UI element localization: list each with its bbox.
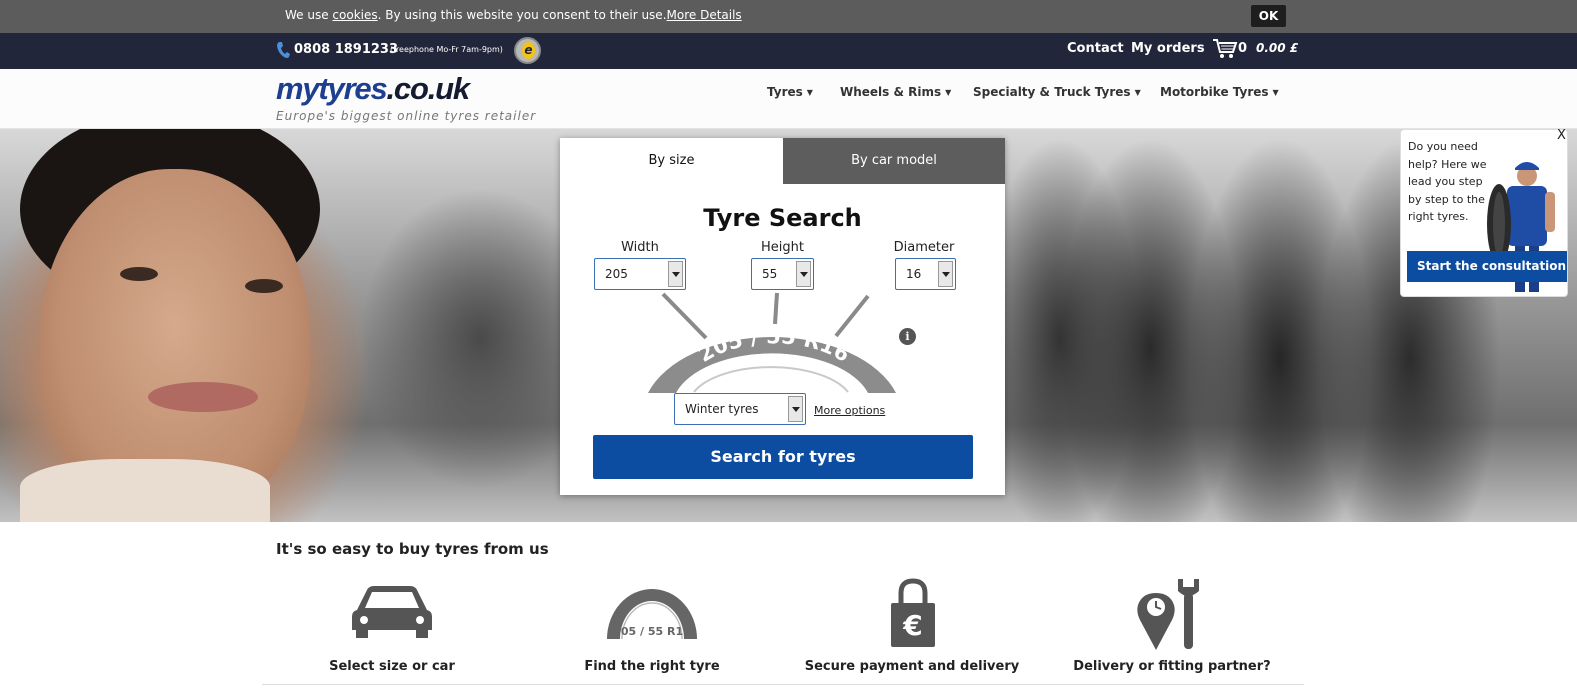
nav-wheels-label: Wheels & Rims: [840, 85, 942, 99]
tab-by-car-model[interactable]: By car model: [783, 138, 1005, 184]
euro-symbol: €: [902, 609, 922, 642]
step-label: Find the right tyre: [584, 659, 720, 674]
cookie-message: We use cookies. By using this website yo…: [285, 8, 742, 22]
step-select-size: Select size or car: [262, 575, 522, 685]
caret-down-icon: ▼: [945, 88, 952, 97]
phone-icon: [277, 42, 290, 58]
top-info-bar: 0808 1891233 (freephone Mo-Fr 7am-9pm) e…: [0, 33, 1577, 69]
tyre-icon: 205 / 55 R16: [607, 589, 697, 640]
trusted-shops-e-icon: e: [522, 42, 535, 59]
width-select[interactable]: 205: [594, 258, 686, 290]
tyre-icon-marking: 205 / 55 R16: [613, 625, 691, 638]
cookie-bar: We use cookies. By using this website yo…: [0, 0, 1577, 33]
height-label: Height: [761, 240, 804, 255]
cart-icon[interactable]: [1212, 37, 1238, 61]
site-header: mytyres.co.uk Europe's biggest online ty…: [0, 69, 1577, 129]
diameter-label: Diameter: [893, 240, 955, 255]
season-select[interactable]: Winter tyres: [674, 393, 806, 425]
help-text: Do you need help? Here we lead you step …: [1408, 140, 1487, 223]
cookies-link[interactable]: cookies: [332, 8, 377, 22]
more-details-link[interactable]: More Details: [667, 8, 742, 22]
caret-down-icon: ▼: [1272, 88, 1279, 97]
dropdown-arrow-icon: [796, 261, 811, 287]
contact-link[interactable]: Contact: [1067, 41, 1124, 56]
nav-motorbike[interactable]: Motorbike Tyres ▼: [1160, 85, 1279, 99]
hero-eye-left: [120, 267, 158, 281]
step-find-tyre: 205 / 55 R16 Find the right tyre: [522, 575, 782, 685]
season-value: Winter tyres: [685, 402, 759, 416]
search-tyres-button[interactable]: Search for tyres: [593, 435, 973, 479]
caret-down-icon: ▼: [806, 88, 813, 97]
height-value: 55: [762, 267, 778, 281]
hero-collar: [20, 459, 270, 522]
site-logo[interactable]: mytyres.co.uk: [276, 71, 471, 107]
my-orders-link[interactable]: My orders: [1131, 41, 1205, 56]
car-icon: [352, 586, 432, 638]
step-secure-payment: € Secure payment and delivery: [782, 575, 1042, 685]
info-icon[interactable]: i: [899, 328, 916, 345]
trusted-shops-badge[interactable]: e: [514, 37, 541, 64]
step-delivery-fitting: Delivery or fitting partner?: [1042, 575, 1302, 685]
help-widget: Do you need help? Here we lead you step …: [1400, 128, 1568, 297]
nav-tyres-label: Tyres: [767, 85, 803, 99]
nav-motorbike-label: Motorbike Tyres: [1160, 85, 1269, 99]
dropdown-arrow-icon: [668, 261, 683, 287]
dropdown-arrow-icon: [938, 261, 953, 287]
nav-specialty-label: Specialty & Truck Tyres: [973, 85, 1131, 99]
step-label: Select size or car: [329, 659, 455, 674]
step-label: Delivery or fitting partner?: [1073, 659, 1271, 674]
diameter-select[interactable]: 16: [895, 258, 956, 290]
tyre-search-panel: By size By car model Tyre Search Width 2…: [560, 138, 1005, 495]
cookie-ok-button[interactable]: OK: [1251, 5, 1286, 27]
width-value: 205: [605, 267, 628, 281]
nav-wheels-rims[interactable]: Wheels & Rims ▼: [840, 85, 951, 99]
height-select[interactable]: 55: [751, 258, 814, 290]
logo-main: mytyres: [276, 71, 388, 106]
hero-lips: [148, 382, 258, 412]
lock-euro-icon: €: [891, 578, 935, 647]
divider: [262, 684, 1304, 685]
cart-count: 0: [1238, 41, 1248, 56]
nav-specialty-truck[interactable]: Specialty & Truck Tyres ▼: [973, 85, 1141, 99]
logo-domain: .co.uk: [386, 71, 471, 106]
cart-total: 0.00 £: [1256, 41, 1299, 55]
caret-down-icon: ▼: [1134, 88, 1141, 97]
steps-title: It's so easy to buy tyres from us: [276, 540, 549, 558]
hero-eye-right: [245, 279, 283, 293]
step-label: Secure payment and delivery: [804, 659, 1020, 674]
tyre-sidewall-graphic: 205 / 55 R16: [648, 292, 896, 393]
close-icon[interactable]: X: [1557, 128, 1566, 143]
location-wrench-icon: [1137, 579, 1199, 650]
cookie-text-after: . By using this website you consent to t…: [377, 8, 667, 22]
more-options-link[interactable]: More options: [814, 404, 885, 417]
diameter-value: 16: [906, 267, 922, 281]
phone-hours: (freephone Mo-Fr 7am-9pm): [390, 45, 503, 54]
cookie-text-before: We use: [285, 8, 333, 22]
search-title: Tyre Search: [703, 204, 862, 232]
phone-number[interactable]: 0808 1891233: [294, 42, 398, 57]
site-tagline: Europe's biggest online tyres retailer: [276, 109, 537, 123]
tab-by-size[interactable]: By size: [560, 138, 783, 184]
width-label: Width: [621, 240, 659, 255]
start-consultation-button[interactable]: Start the consultation: [1407, 251, 1567, 282]
dropdown-arrow-icon: [788, 396, 803, 422]
nav-tyres[interactable]: Tyres ▼: [767, 85, 813, 99]
